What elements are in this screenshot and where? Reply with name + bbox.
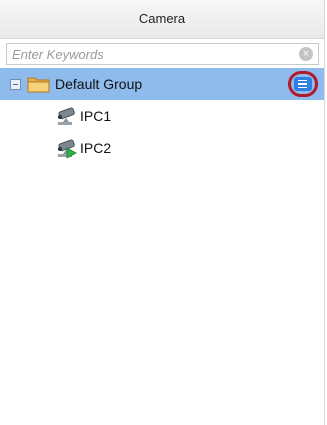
tree-item-ipc1[interactable]: IPC1	[0, 100, 324, 132]
list-menu-icon	[294, 77, 312, 91]
group-label: Default Group	[55, 76, 143, 92]
group-action-button[interactable]	[288, 71, 318, 97]
camera-icon	[58, 107, 75, 125]
search-input[interactable]	[7, 44, 297, 64]
search-box: ×	[6, 43, 319, 65]
camera-panel: Camera × Default Group IPC1	[0, 0, 325, 425]
panel-title: Camera	[0, 0, 324, 39]
collapse-minus-icon[interactable]	[10, 78, 21, 90]
tree-group-default[interactable]: Default Group	[0, 68, 324, 100]
camera-label: IPC2	[80, 140, 112, 156]
camera-playing-icon	[58, 139, 77, 159]
camera-label: IPC1	[80, 108, 112, 124]
clear-icon[interactable]: ×	[299, 47, 313, 61]
tree-item-ipc2[interactable]: IPC2	[0, 132, 324, 164]
folder-icon	[27, 77, 50, 93]
